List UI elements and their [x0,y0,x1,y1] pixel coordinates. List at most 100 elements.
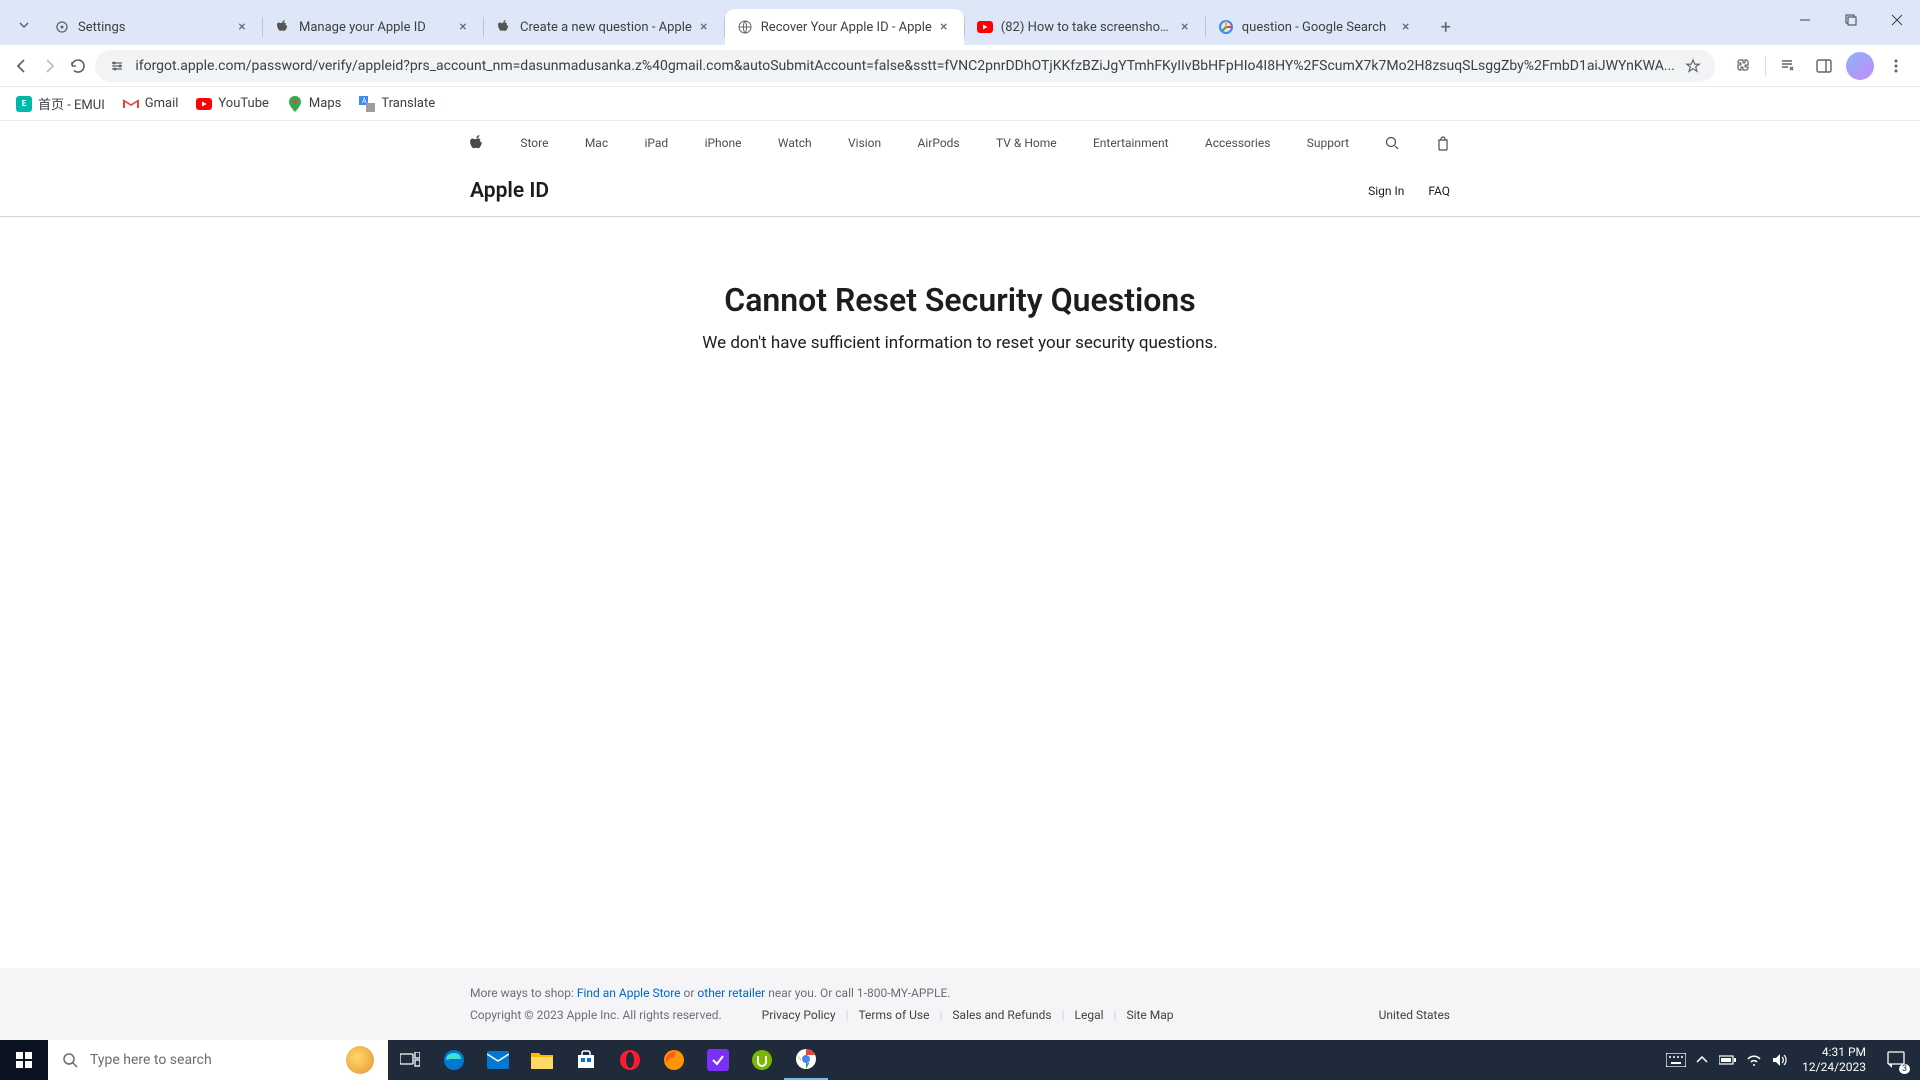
footer-locale[interactable]: United States [1379,1008,1450,1022]
tab-title: Create a new question - Apple [520,20,692,35]
nav-mac[interactable]: Mac [585,136,608,150]
tab-title: Manage your Apple ID [299,20,451,35]
tab-title: question - Google Search [1242,20,1394,35]
task-view-button[interactable] [388,1040,432,1080]
reload-button[interactable] [67,50,89,82]
nav-entertainment[interactable]: Entertainment [1093,136,1169,150]
taskbar-chrome[interactable] [784,1040,828,1080]
taskbar-file-explorer[interactable] [520,1040,564,1080]
bookmark-youtube[interactable]: YouTube [196,96,269,112]
footer-sitemap-link[interactable]: Site Map [1126,1008,1173,1022]
tab-recover-apple-id[interactable]: Recover Your Apple ID - Apple × [725,9,964,45]
footer-privacy-link[interactable]: Privacy Policy [762,1008,836,1022]
tab-create-question[interactable]: Create a new question - Apple × [484,9,724,45]
maps-icon [287,96,303,112]
tab-close-button[interactable]: × [936,19,952,35]
tab-close-button[interactable]: × [1398,19,1414,35]
footer-terms-link[interactable]: Terms of Use [858,1008,929,1022]
tab-youtube-screenshots[interactable]: (82) How to take screenshots o × [965,9,1205,45]
footer-other-retailer-link[interactable]: other retailer [697,986,765,1000]
url-input[interactable]: iforgot.apple.com/password/verify/applei… [95,50,1715,82]
close-window-button[interactable] [1874,0,1920,40]
start-button[interactable] [0,1040,48,1080]
tray-chevron-up-icon[interactable] [1690,1040,1714,1080]
profile-avatar[interactable] [1846,52,1874,80]
taskbar-opera[interactable] [608,1040,652,1080]
search-placeholder: Type here to search [90,1052,212,1068]
tab-close-button[interactable]: × [1177,19,1193,35]
apple-global-nav: Store Mac iPad iPhone Watch Vision AirPo… [0,121,1920,165]
subnav-faq[interactable]: FAQ [1428,184,1450,198]
tab-close-button[interactable]: × [234,19,250,35]
tab-manage-apple-id[interactable]: Manage your Apple ID × [263,9,483,45]
side-panel-icon[interactable] [1810,52,1838,80]
footer-or: or [681,986,698,1000]
notification-center-button[interactable]: 3 [1876,1040,1916,1080]
bag-icon[interactable] [1436,135,1450,151]
tray-volume-icon[interactable] [1768,1040,1792,1080]
browser-tab-bar: Settings × Manage your Apple ID × Create… [0,0,1920,45]
cortana-icon [346,1046,374,1074]
reading-list-icon[interactable] [1774,52,1802,80]
tray-battery-icon[interactable] [1716,1040,1740,1080]
footer-separator: | [1114,1008,1117,1022]
tab-close-button[interactable]: × [455,19,471,35]
taskbar-firefox[interactable] [652,1040,696,1080]
bookmark-gmail[interactable]: Gmail [123,96,179,112]
main-content: Cannot Reset Security Questions We don't… [0,217,1920,968]
tab-search-dropdown[interactable] [12,13,36,37]
chevron-down-icon [18,19,30,31]
bookmark-translate[interactable]: A Translate [359,96,435,112]
tray-wifi-icon[interactable] [1742,1040,1766,1080]
apple-footer: More ways to shop: Find an Apple Store o… [0,968,1920,1040]
google-icon [1218,19,1234,35]
nav-tv-home[interactable]: TV & Home [996,136,1057,150]
address-bar: iforgot.apple.com/password/verify/applei… [0,45,1920,87]
tab-settings[interactable]: Settings × [42,9,262,45]
extensions-icon[interactable] [1729,52,1757,80]
nav-support[interactable]: Support [1307,136,1349,150]
taskbar-mail[interactable] [476,1040,520,1080]
taskbar-store[interactable] [564,1040,608,1080]
emui-icon: E [16,96,32,112]
subnav-sign-in[interactable]: Sign In [1368,184,1404,198]
error-subtext: We don't have sufficient information to … [702,333,1217,353]
footer-legal-link[interactable]: Legal [1075,1008,1104,1022]
new-tab-button[interactable]: + [1432,13,1460,41]
taskbar-search-input[interactable]: Type here to search [48,1040,388,1080]
nav-ipad[interactable]: iPad [644,136,668,150]
page-title[interactable]: Apple ID [470,179,549,203]
tray-keyboard-icon[interactable] [1664,1040,1688,1080]
nav-airpods[interactable]: AirPods [918,136,960,150]
maximize-button[interactable] [1828,0,1874,40]
taskbar-edge[interactable] [432,1040,476,1080]
taskbar-utorrent[interactable] [740,1040,784,1080]
bookmark-maps[interactable]: Maps [287,96,341,112]
nav-iphone[interactable]: iPhone [705,136,742,150]
apple-logo-icon[interactable] [470,135,484,152]
back-button[interactable] [10,50,32,82]
chrome-menu-icon[interactable] [1882,52,1910,80]
star-bookmark-icon[interactable] [1685,58,1701,74]
system-tray: 4:31 PM 12/24/2023 3 [1664,1040,1920,1080]
nav-watch[interactable]: Watch [778,136,812,150]
taskbar-app-purple[interactable] [696,1040,740,1080]
minimize-button[interactable] [1782,0,1828,40]
forward-button[interactable] [38,50,60,82]
taskbar-clock[interactable]: 4:31 PM 12/24/2023 [1794,1045,1874,1075]
youtube-icon [196,96,212,112]
nav-store[interactable]: Store [520,136,548,150]
tab-google-search[interactable]: question - Google Search × [1206,9,1426,45]
site-settings-icon[interactable] [109,58,125,74]
gmail-icon [123,96,139,112]
footer-sales-link[interactable]: Sales and Refunds [952,1008,1051,1022]
footer-find-store-link[interactable]: Find an Apple Store [577,986,681,1000]
bookmark-emui[interactable]: E 首页 - EMUI [16,94,105,113]
search-icon[interactable] [1385,136,1399,150]
nav-vision[interactable]: Vision [848,136,881,150]
youtube-icon [977,19,993,35]
apple-id-subnav: Apple ID Sign In FAQ [0,165,1920,217]
tab-close-button[interactable]: × [696,19,712,35]
bookmark-label: Gmail [145,96,179,111]
nav-accessories[interactable]: Accessories [1205,136,1271,150]
